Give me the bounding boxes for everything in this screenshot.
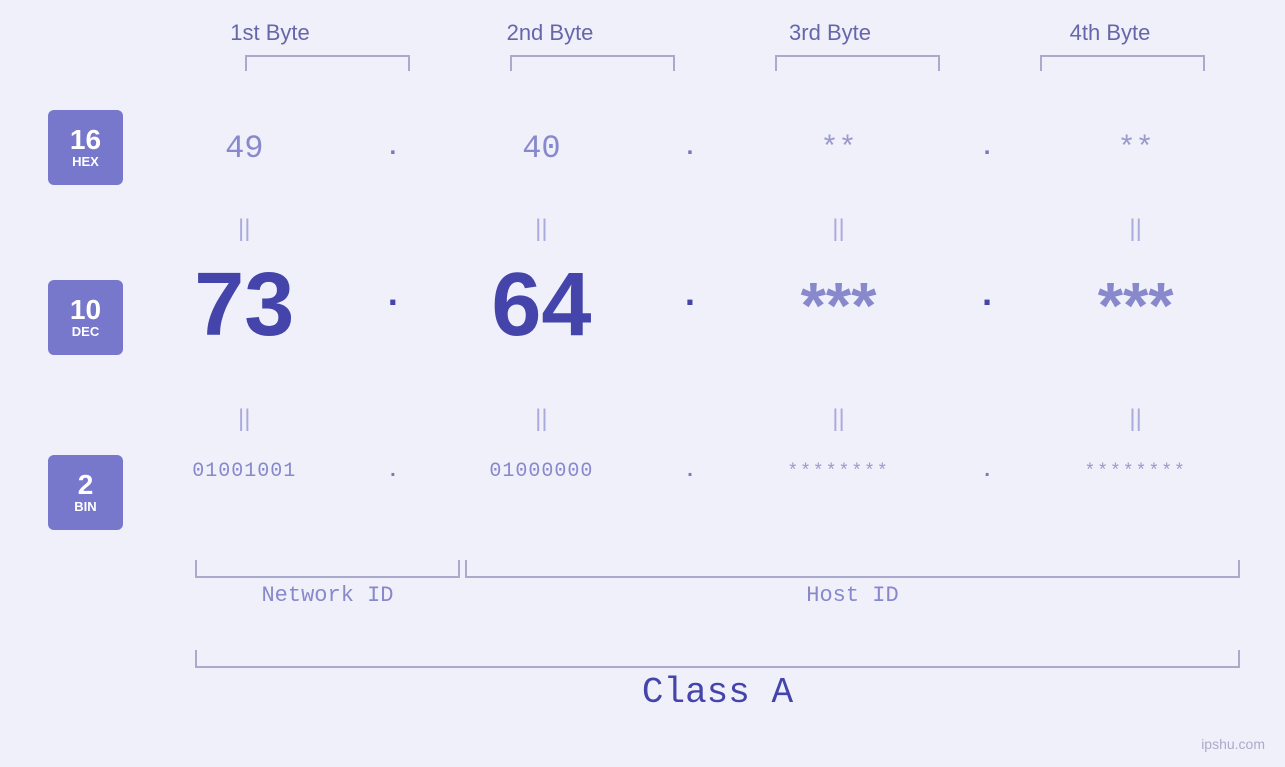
bin-badge-label: BIN [74, 499, 96, 515]
dec-badge-number: 10 [70, 296, 101, 324]
dot-hex-2: . [675, 135, 705, 162]
hex-badge-label: HEX [72, 154, 99, 170]
network-bracket [195, 560, 460, 578]
dot-dec-3: . [972, 275, 1002, 336]
host-id-label: Host ID [465, 583, 1240, 608]
bin-badge: 2 BIN [48, 455, 123, 530]
page-container: 1st Byte 2nd Byte 3rd Byte 4th Byte 16 H… [0, 0, 1285, 767]
hex-b2: 40 [446, 130, 636, 167]
dec-b1: 73 [149, 260, 339, 350]
hex-b1: 49 [149, 130, 339, 167]
network-id-label: Network ID [195, 583, 460, 608]
top-bracket-2 [510, 55, 675, 71]
bin-b2: 01000000 [446, 460, 636, 483]
eq1-b3: || [744, 215, 934, 243]
eq1-b4: || [1041, 215, 1231, 243]
byte1-header: 1st Byte [160, 20, 380, 46]
dot-dec-1: . [378, 275, 408, 336]
eq2-b3: || [744, 405, 934, 433]
eq2-b1: || [149, 405, 339, 433]
dec-badge: 10 DEC [48, 280, 123, 355]
dot-hex-3: . [972, 135, 1002, 162]
class-label: Class A [195, 672, 1240, 713]
class-bracket [195, 650, 1240, 668]
bin-b3: ******** [744, 462, 934, 482]
top-bracket-3 [775, 55, 940, 71]
eq1-b1: || [149, 215, 339, 243]
hex-badge: 16 HEX [48, 110, 123, 185]
eq2-b2: || [446, 405, 636, 433]
byte4-header: 4th Byte [1000, 20, 1220, 46]
bin-b1: 01001001 [149, 460, 339, 483]
dot-hex-1: . [378, 135, 408, 162]
eq2-b4: || [1041, 405, 1231, 433]
top-bracket-1 [245, 55, 410, 71]
host-bracket [465, 560, 1240, 578]
dot-dec-2: . [675, 275, 705, 336]
hex-b4: ** [1041, 132, 1231, 166]
dec-badge-label: DEC [72, 324, 99, 340]
dec-b4: *** [1041, 268, 1231, 343]
hex-b3: ** [744, 132, 934, 166]
byte3-header: 3rd Byte [720, 20, 940, 46]
dec-b2: 64 [446, 260, 636, 350]
dot-bin-3: . [972, 460, 1002, 483]
dot-bin-1: . [378, 460, 408, 483]
dot-bin-2: . [675, 460, 705, 483]
watermark: ipshu.com [1201, 736, 1265, 752]
top-bracket-4 [1040, 55, 1205, 71]
hex-badge-number: 16 [70, 126, 101, 154]
bin-b4: ******** [1041, 462, 1231, 482]
dec-b3: *** [744, 268, 934, 343]
eq1-b2: || [446, 215, 636, 243]
byte2-header: 2nd Byte [440, 20, 660, 46]
bin-badge-number: 2 [78, 471, 94, 499]
